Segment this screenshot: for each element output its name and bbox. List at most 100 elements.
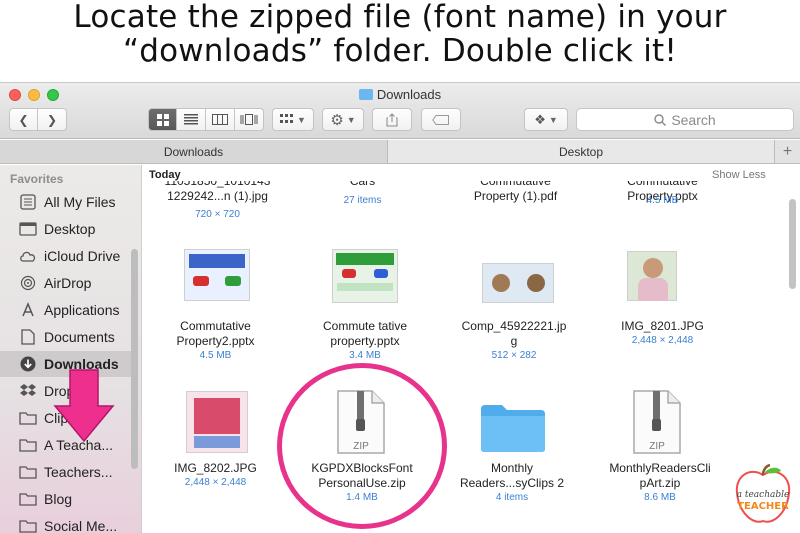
file-name[interactable]: IMG_8201.JPG (590, 319, 735, 334)
new-tab-button[interactable]: + (774, 140, 800, 163)
dropbox-icon (18, 382, 38, 400)
file-name-line: 11051850_1010143 (164, 181, 271, 188)
file-name[interactable]: Commutative Property2.pptx (143, 319, 288, 349)
tab-downloads[interactable]: Downloads (0, 140, 388, 163)
sidebar-item-label: Desktop (44, 221, 96, 237)
zip-file-icon[interactable]: ZIP (632, 389, 682, 455)
folder-icon (18, 517, 38, 533)
folder-icon (18, 490, 38, 508)
folder-icon (358, 89, 373, 100)
list-icon (184, 114, 198, 125)
documents-icon (18, 328, 38, 346)
action-button[interactable]: ⚙ ▼ (322, 108, 364, 131)
dropbox-menu-button[interactable]: ❖ ▼ (524, 108, 568, 131)
logo-line-2: TEACHER (737, 501, 789, 512)
sidebar-item-all-my-files[interactable]: All My Files (0, 189, 132, 215)
file-meta: 2,448 × 2,448 (631, 335, 694, 346)
list-view-button[interactable] (177, 108, 206, 131)
thumbnail-photo[interactable] (186, 391, 248, 453)
instruction-line-1: Locate the zipped file (font name) in yo… (73, 0, 727, 35)
finder-window: Downloads ❮ ❯ ▼ ⚙ ▼ ❖ ▼ Search Downloads… (0, 82, 800, 533)
title-bar: Downloads ❮ ❯ ▼ ⚙ ▼ ❖ ▼ Search (0, 83, 800, 139)
search-placeholder: Search (671, 111, 716, 128)
window-title-text: Downloads (376, 87, 442, 102)
back-button[interactable]: ❮ (9, 108, 38, 131)
sidebar-item-label: Applications (44, 302, 120, 318)
file-name-line: Cars (349, 181, 376, 188)
tab-desktop[interactable]: Desktop (388, 140, 774, 163)
content-scrollbar[interactable] (789, 199, 796, 289)
icon-view-button[interactable] (148, 108, 177, 131)
pointer-arrow-icon (53, 369, 115, 443)
file-name-line: Property (1).pdf (473, 189, 558, 203)
file-name[interactable]: Comp_45922221.jp g (440, 319, 588, 349)
forward-button[interactable]: ❯ (38, 108, 67, 131)
file-name-line: Commutative (180, 319, 251, 333)
folder-icon (18, 463, 38, 481)
sidebar-item-blog[interactable]: Blog (0, 486, 132, 512)
thumbnail-slide[interactable] (332, 249, 398, 303)
file-name-line: property.pptx (330, 334, 400, 348)
file-name-line: g (510, 334, 518, 348)
plus-icon: + (782, 142, 793, 160)
chevron-down-icon: ▼ (297, 114, 306, 125)
folder-icon[interactable] (480, 403, 546, 453)
file-meta: 4 items (495, 492, 529, 503)
sidebar-item-desktop[interactable]: Desktop (0, 216, 132, 242)
share-button[interactable] (372, 108, 412, 131)
search-field[interactable]: Search (576, 108, 794, 131)
file-name-line: Commutative (627, 181, 698, 188)
sidebar-scrollbar[interactable] (131, 249, 138, 469)
search-icon (654, 113, 667, 126)
sidebar-item-teachers[interactable]: Teachers... (0, 459, 132, 485)
desktop-icon (18, 220, 38, 238)
show-less-link[interactable]: Show Less (712, 169, 766, 181)
arrange-button[interactable]: ▼ (272, 108, 314, 131)
file-meta: 4.5 MB (199, 350, 232, 361)
chevron-right-icon: ❯ (46, 112, 58, 127)
file-item-pdf[interactable]: Commutative Property (1).pdf (443, 181, 588, 213)
sidebar-item-documents[interactable]: Documents (0, 324, 132, 350)
file-meta: 512 × 282 (491, 350, 537, 361)
file-name-line: Property2.pptx (176, 334, 255, 348)
thumbnail-photo[interactable] (482, 263, 554, 303)
cloud-icon (18, 247, 38, 265)
sidebar-item-applications[interactable]: Applications (0, 297, 132, 323)
file-name-line: Commute tative (322, 319, 408, 333)
cover-flow-button[interactable] (235, 108, 264, 131)
gear-icon: ⚙ (330, 111, 344, 129)
sidebar-item-label: iCloud Drive (44, 248, 121, 264)
file-meta: 720 × 720 (195, 209, 240, 220)
file-name-line: 1229242...n (1).jpg (167, 189, 268, 203)
file-name[interactable]: IMG_8202.JPG (143, 461, 288, 476)
file-name[interactable]: Monthly Readers...syClips 2 (437, 461, 587, 491)
sidebar-item-label: All My Files (44, 194, 116, 210)
file-meta: 3.4 MB (349, 350, 381, 361)
file-name[interactable]: Commute tative property.pptx (290, 319, 440, 349)
instruction-line-2: “downloads” folder. Double click it! (122, 33, 678, 69)
thumbnail-slide[interactable] (184, 249, 250, 301)
tab-bar: Downloads Desktop + (0, 140, 800, 164)
sidebar-item-social-media[interactable]: Social Me... (0, 513, 132, 533)
chevron-left-icon: ❮ (18, 112, 29, 127)
file-name-line: IMG_8202.JPG (174, 461, 257, 475)
sidebar-item-icloud-drive[interactable]: iCloud Drive (0, 243, 132, 269)
column-view-button[interactable] (206, 108, 235, 131)
tag-icon (432, 114, 449, 125)
arrange-icon (280, 114, 294, 123)
tags-button[interactable] (421, 108, 461, 131)
nav-buttons: ❮ ❯ (9, 108, 67, 131)
thumbnail-photo[interactable] (627, 251, 677, 301)
chevron-down-icon: ▼ (346, 114, 356, 125)
file-name[interactable]: MonthlyReadersCli pArt.zip (585, 461, 735, 491)
logo-line-1: a teachable (737, 490, 790, 500)
section-header: Today (149, 169, 181, 181)
file-name-line: Monthly (490, 461, 534, 475)
folder-icon (18, 409, 38, 427)
folder-icon (18, 436, 38, 454)
sidebar-item-label: AirDrop (44, 275, 92, 291)
sidebar-item-airdrop[interactable]: AirDrop (0, 270, 132, 296)
sidebar-item-label: Social Me... (44, 518, 118, 533)
sidebar: Favorites All My Files Desktop iCloud Dr… (0, 165, 142, 533)
downloads-icon (18, 355, 38, 373)
